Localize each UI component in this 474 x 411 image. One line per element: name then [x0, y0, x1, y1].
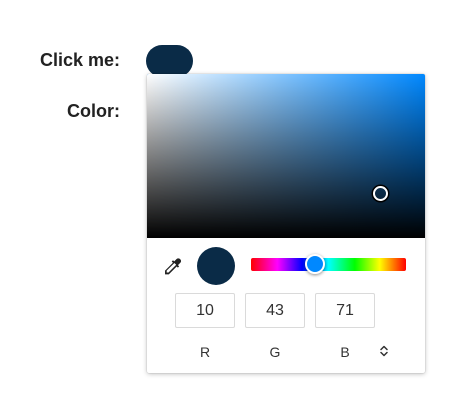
color-label: Color:	[67, 101, 120, 121]
red-label: R	[199, 344, 211, 360]
color-preview	[197, 247, 235, 285]
hue-slider[interactable]	[251, 254, 406, 274]
chevron-updown-icon[interactable]	[375, 342, 393, 360]
blue-input[interactable]	[315, 293, 375, 328]
color-picker-popup: R G B	[147, 74, 425, 373]
green-input[interactable]	[245, 293, 305, 328]
saturation-pointer[interactable]	[373, 186, 388, 201]
blue-label: B	[340, 344, 350, 360]
green-label: G	[269, 344, 281, 360]
eyedropper-icon[interactable]	[161, 256, 183, 278]
red-input[interactable]	[175, 293, 235, 328]
hue-slider-thumb[interactable]	[304, 254, 325, 274]
click-me-label: Click me:	[39, 50, 120, 70]
saturation-area[interactable]	[147, 74, 425, 238]
color-swatch-button[interactable]	[146, 45, 193, 77]
